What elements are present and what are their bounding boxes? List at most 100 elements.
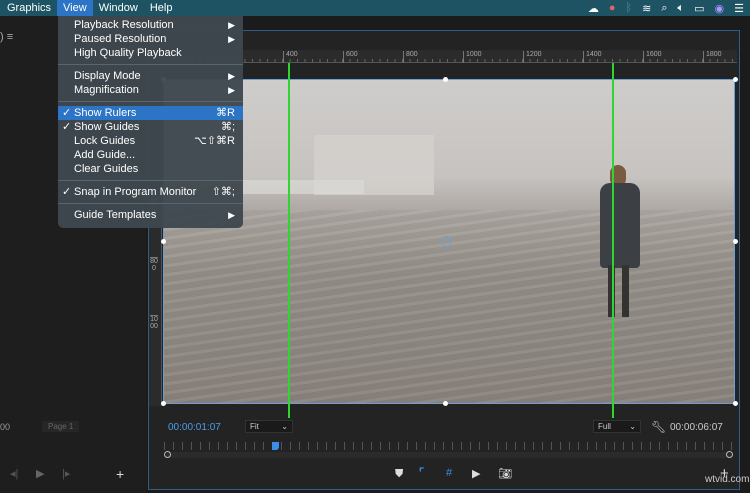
ruler-label: 1800 [703, 51, 722, 63]
video-frame[interactable] [163, 79, 735, 404]
panel-menu-icon[interactable]: ) ≡ [0, 31, 13, 43]
menu-item-label: Playback Resolution [74, 19, 174, 31]
ruler-label: 1200 [523, 51, 542, 63]
transform-handle[interactable] [443, 401, 448, 406]
watermark: wtvid.com [705, 474, 750, 485]
wifi-icon[interactable]: ≋ [642, 2, 651, 15]
play-button[interactable]: ▶ [472, 467, 480, 480]
menu-separator [58, 180, 243, 181]
bluetooth-icon[interactable]: ᛒ [626, 2, 633, 14]
menu-separator [58, 101, 243, 102]
transform-handle[interactable] [161, 239, 166, 244]
menu-item-paused-resolution[interactable]: Paused Resolution ▶ [58, 32, 243, 46]
menu-item-lock-guides[interactable]: Lock Guides ⌥⇧⌘R [58, 134, 243, 148]
menu-item-display-mode[interactable]: Display Mode ▶ [58, 69, 243, 83]
step-back-icon[interactable]: ◂| [10, 467, 18, 480]
resolution-dropdown[interactable]: Full ⌄ [593, 420, 641, 433]
checkmark-icon: ✓ [62, 107, 72, 119]
menu-item-label: Display Mode [74, 70, 141, 82]
add-marker-icon[interactable]: ⛊ [395, 468, 403, 481]
vertical-guide[interactable] [612, 63, 614, 418]
show-guides-icon[interactable]: # [446, 467, 452, 479]
menu-item-label: Magnification [74, 84, 139, 96]
menu-item-label: Guide Templates [74, 209, 157, 221]
siri-icon[interactable]: ◉ [715, 2, 725, 15]
time-ruler[interactable] [164, 442, 732, 450]
page-selector[interactable]: Page 1 [42, 421, 80, 432]
export-frame-icon[interactable]: 📷︎ [498, 467, 512, 480]
transform-handle[interactable] [733, 401, 738, 406]
transform-handle[interactable] [161, 401, 166, 406]
menu-item-label: Add Guide... [74, 149, 136, 161]
shortcut-label: ⌘; [220, 121, 235, 133]
menu-item-snap-in-program-monitor[interactable]: ✓ Snap in Program Monitor ⇧⌘; [58, 185, 243, 199]
submenu-arrow-icon: ▶ [228, 210, 235, 220]
ruler-label: 1000 [150, 315, 158, 330]
menu-item-show-rulers[interactable]: ✓ Show Rulers ⌘R [58, 106, 243, 120]
volume-icon[interactable]: 🔈︎ [678, 2, 685, 15]
menu-item-magnification[interactable]: Magnification ▶ [58, 83, 243, 97]
menu-item-guide-templates[interactable]: Guide Templates ▶ [58, 208, 243, 222]
menu-item-playback-resolution[interactable]: Playback Resolution ▶ [58, 18, 243, 32]
notification-center-icon[interactable]: ☰ [734, 2, 744, 15]
wrench-icon[interactable]: 🔧︎ [651, 420, 666, 434]
menu-item-label: Snap in Program Monitor [74, 186, 197, 198]
ruler-label: 600 [343, 51, 358, 63]
menu-graphics[interactable]: Graphics [1, 0, 57, 16]
scrollbar-handle-right[interactable] [726, 451, 733, 458]
submenu-arrow-icon: ▶ [228, 34, 235, 44]
menu-help[interactable]: Help [144, 0, 179, 16]
vertical-guide[interactable] [288, 63, 290, 418]
submenu-arrow-icon: ▶ [228, 20, 235, 30]
checkmark-icon: ✓ [62, 186, 72, 198]
ruler-label: 1000 [463, 51, 482, 63]
wall [224, 180, 364, 194]
play-icon[interactable]: ▶ [36, 467, 44, 480]
menu-item-show-guides[interactable]: ✓ Show Guides ⌘; [58, 120, 243, 134]
menu-separator [58, 203, 243, 204]
menu-item-label: High Quality Playback [74, 47, 182, 59]
menu-item-clear-guides[interactable]: Clear Guides [58, 162, 243, 176]
duration-timecode: 00:00:06:07 [670, 422, 723, 433]
playhead[interactable] [271, 442, 279, 450]
view-menu: Playback Resolution ▶ Paused Resolution ▶ Hi… [58, 16, 243, 228]
menu-item-label: Show Guides [74, 121, 140, 133]
horizontal-ruler[interactable]: 400 600 800 1000 1200 1400 1600 1800 [162, 50, 737, 63]
zoom-value: Fit [250, 422, 259, 431]
transform-handle[interactable] [443, 77, 448, 82]
menu-item-label: Lock Guides [74, 135, 136, 147]
add-button[interactable]: + [116, 466, 124, 482]
menu-window[interactable]: Window [93, 0, 144, 16]
ruler-label: 800 [403, 51, 418, 63]
step-forward-icon[interactable]: |▸ [62, 467, 70, 480]
ruler-label: 800 [150, 257, 158, 272]
menu-bar: Graphics View Window Help ☁ ● ᛒ ≋ ⌕ 🔈︎ ▭… [0, 0, 750, 16]
person [596, 165, 644, 320]
checkmark-icon: ✓ [62, 121, 72, 133]
zoom-dropdown[interactable]: Fit ⌄ [245, 420, 293, 433]
scrollbar-handle-left[interactable] [164, 451, 171, 458]
menu-separator [58, 64, 243, 65]
zoom-scrollbar[interactable] [166, 452, 732, 458]
resolution-value: Full [598, 422, 611, 431]
timecode-fragment: 00 [0, 422, 11, 432]
menu-item-high-quality-playback[interactable]: High Quality Playback [58, 46, 243, 60]
menu-item-label: Clear Guides [74, 163, 139, 175]
menu-view[interactable]: View [57, 0, 93, 16]
show-rulers-icon[interactable]: ⌜ [419, 466, 424, 479]
shortcut-label: ⌘R [216, 107, 235, 119]
battery-icon[interactable]: ▭ [694, 2, 704, 15]
ruler-label: 1400 [583, 51, 602, 63]
app-icon[interactable]: ● [609, 2, 616, 14]
current-timecode[interactable]: 00:00:01:07 [168, 422, 221, 433]
menu-item-add-guide[interactable]: Add Guide... [58, 148, 243, 162]
search-icon[interactable]: ⌕ [661, 2, 667, 15]
ruler-label: 400 [283, 51, 298, 63]
transform-handle[interactable] [733, 239, 738, 244]
ruler-label: 1600 [643, 51, 662, 63]
anchor-point-icon[interactable] [441, 236, 452, 247]
shortcut-label: ⌥⇧⌘R [194, 135, 235, 147]
creative-cloud-icon[interactable]: ☁ [588, 2, 599, 15]
transform-handle[interactable] [733, 77, 738, 82]
shortcut-label: ⇧⌘; [211, 186, 235, 198]
